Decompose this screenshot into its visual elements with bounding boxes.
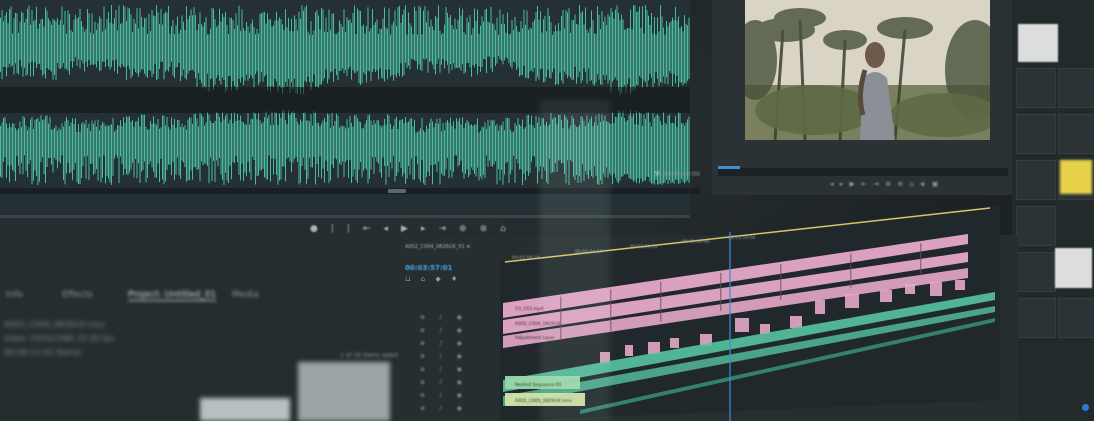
track-controls[interactable]: ⊕ ♪ ◉ <box>420 405 468 412</box>
video-clip[interactable] <box>930 282 942 296</box>
ruler-label: 00:03:44:09 <box>682 240 710 245</box>
video-clip[interactable] <box>735 318 749 332</box>
clip-edit-point[interactable] <box>660 281 662 322</box>
video-clip[interactable] <box>815 300 825 314</box>
track-controls[interactable]: ⊕ ♪ ◉ <box>420 379 468 386</box>
timeline-tools[interactable]: ⊔ ⌂ ◆ ♦ <box>405 275 461 283</box>
ruler-label: 00:03:29:14 <box>630 245 658 250</box>
video-clip[interactable] <box>790 316 802 328</box>
track-controls[interactable]: ⊕ ♪ ◉ <box>420 314 468 321</box>
video-clip[interactable] <box>670 338 679 348</box>
video-clip[interactable] <box>648 342 660 354</box>
video-clip[interactable] <box>880 290 892 302</box>
editing-workspace-photo: ⚒ 00:00:00:00 ● | | ⇤ ◂ ▶ ▸ ⇥ ⊕ ⊗ ⌂ Info Effects Pr… <box>0 0 1094 421</box>
ruler-label: 00:02:59:24 <box>512 256 540 261</box>
track-controls[interactable]: ⊕ ♪ ◉ <box>420 366 468 373</box>
video-clip[interactable] <box>845 294 859 308</box>
video-clip[interactable] <box>905 284 915 294</box>
track-controls[interactable]: ⊕ ♪ ◉ <box>420 392 468 399</box>
clip-edit-point[interactable] <box>720 272 722 311</box>
ruler-label: 00:03:59:04 <box>728 236 756 241</box>
video-clip[interactable] <box>625 345 633 356</box>
video-clip[interactable] <box>760 324 770 334</box>
timeline-timecode[interactable]: 00:03:57:01 <box>405 264 452 272</box>
sequence-tab[interactable]: A002_C004_0826UX_01 ≡ <box>405 244 470 250</box>
video-clip[interactable] <box>955 280 965 290</box>
clip-edit-point[interactable] <box>610 289 612 332</box>
clip-edit-point[interactable] <box>780 264 782 301</box>
track-controls[interactable]: ⊕ ♪ ◉ <box>420 340 468 347</box>
track-controls[interactable]: ⊕ ♪ ◉ <box>420 327 468 334</box>
track-controls[interactable]: ⊕ ♪ ◉ <box>420 353 468 360</box>
screen-moire-artifact <box>540 100 610 421</box>
